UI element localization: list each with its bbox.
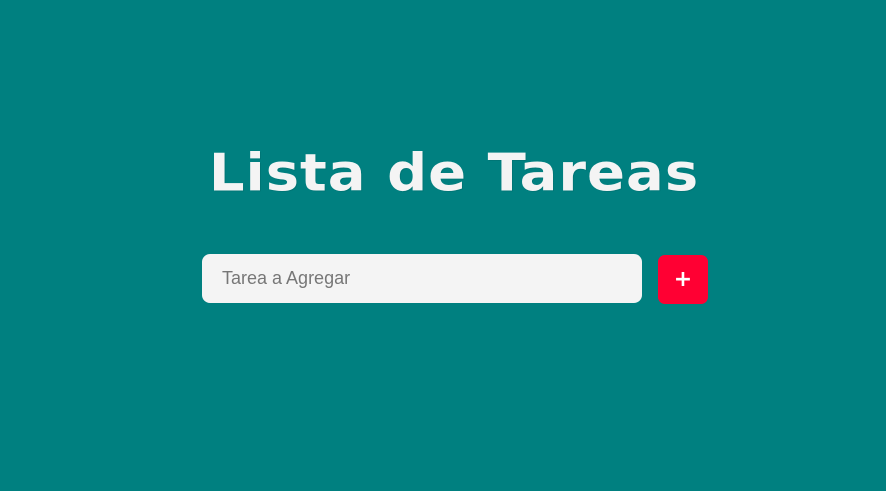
- add-task-button[interactable]: +: [658, 255, 708, 304]
- page-title: Lista de Tareas: [208, 143, 700, 204]
- task-input[interactable]: [202, 254, 642, 303]
- plus-icon: +: [673, 267, 693, 292]
